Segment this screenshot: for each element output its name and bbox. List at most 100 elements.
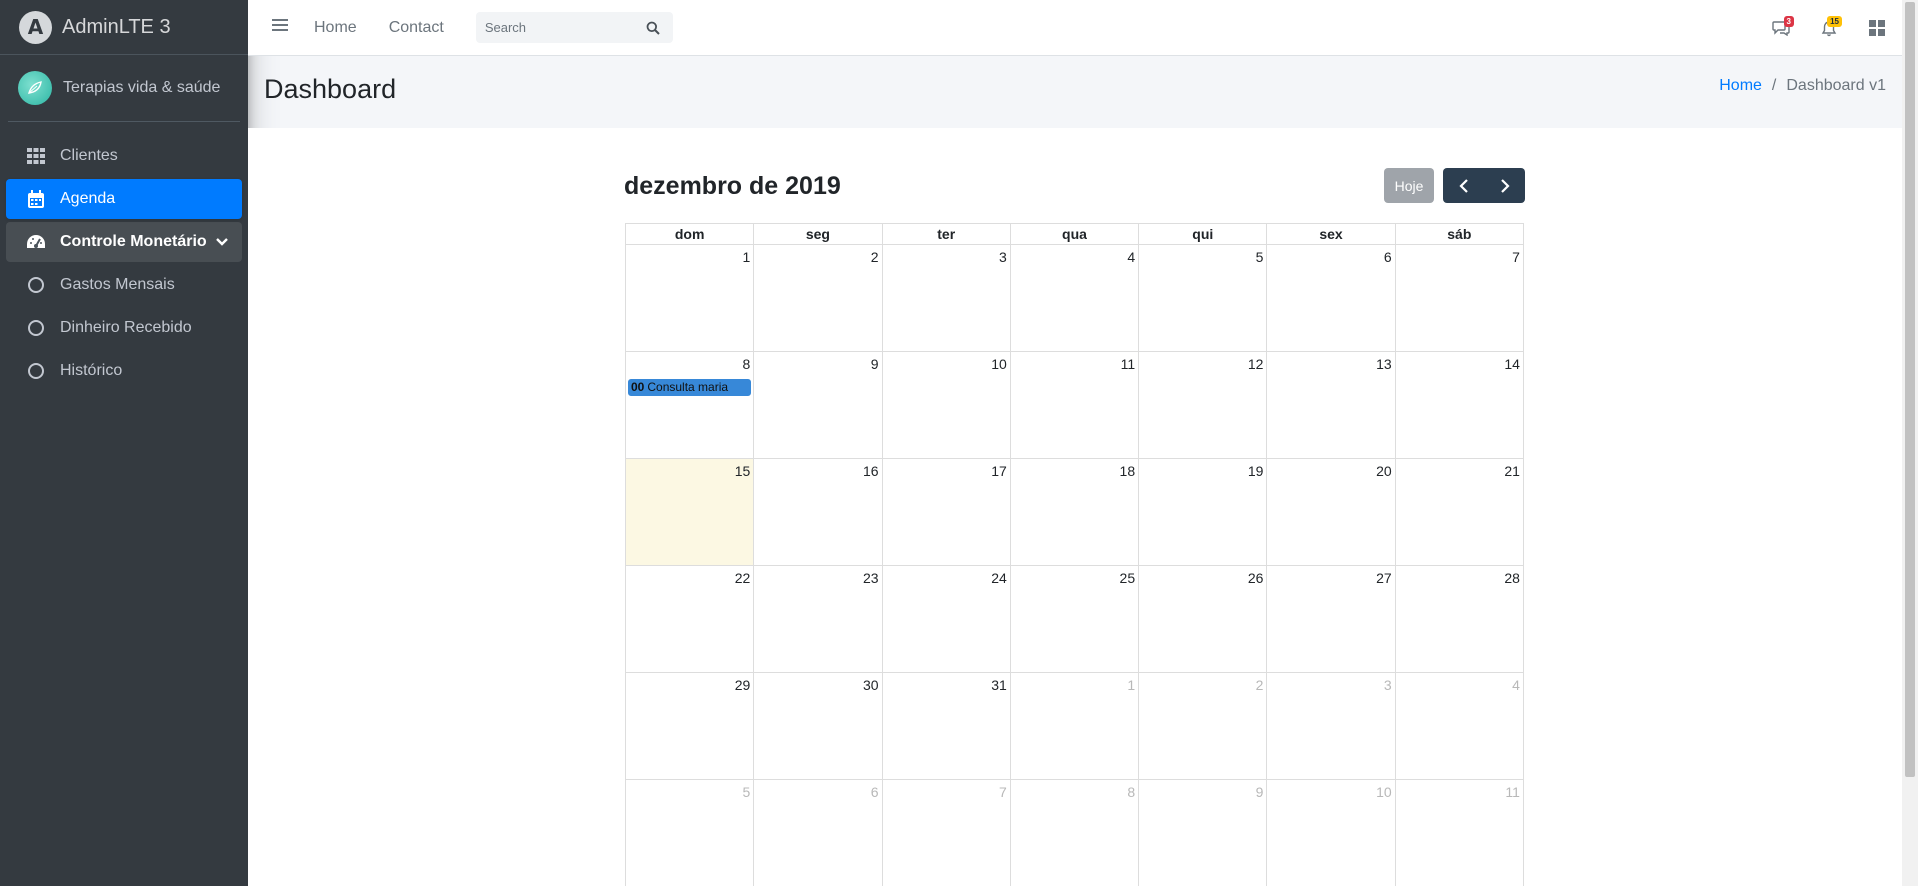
day-number: 24	[991, 570, 1007, 586]
calendar-week: 15 16 17 18 19 20 21	[625, 459, 1524, 566]
sidebar-item-controle-monetario[interactable]: Controle Monetário	[6, 222, 242, 262]
calendar-day-other-month[interactable]: 9	[1139, 780, 1268, 886]
calendar-day[interactable]: 13	[1267, 352, 1396, 459]
hamburger-menu-icon[interactable]	[272, 18, 288, 37]
weekday-label: qui	[1139, 224, 1268, 244]
calendar-event[interactable]: 00 Consulta maria	[628, 379, 752, 396]
day-number: 9	[1255, 784, 1264, 800]
calendar-day-other-month[interactable]: 7	[883, 780, 1011, 886]
chevron-right-icon	[1500, 178, 1510, 193]
day-number: 13	[1376, 356, 1392, 372]
nav-link-contact[interactable]: Contact	[389, 19, 444, 37]
calendar-day[interactable]: 18	[1010, 459, 1140, 566]
day-number: 26	[1247, 570, 1264, 586]
calendar-day[interactable]: 23	[754, 566, 883, 673]
brand-text: AdminLTE 3	[62, 15, 171, 38]
page-scrollbar[interactable]	[1902, 0, 1918, 886]
calendar-day[interactable]: 7	[1395, 245, 1524, 352]
user-panel[interactable]: Terapias vida & saúde	[8, 55, 240, 122]
calendar-day[interactable]: 27	[1267, 566, 1396, 673]
sidebar-item-label: Dinheiro Recebido	[60, 319, 192, 336]
calendar-day[interactable]: 11	[1010, 352, 1140, 459]
calendar-day[interactable]: 17	[882, 459, 1011, 566]
messages-dropdown[interactable]: 3	[1757, 0, 1805, 56]
brand-link[interactable]: A AdminLTE 3	[0, 0, 248, 55]
calendar-day[interactable]: 6	[1267, 245, 1396, 352]
breadcrumb-home[interactable]: Home	[1719, 77, 1762, 95]
calendar-day[interactable]: 28	[1395, 566, 1524, 673]
day-number: 10	[1376, 784, 1392, 800]
weekday-label: dom	[626, 224, 755, 244]
calendar-day-other-month[interactable]: 6	[754, 780, 883, 886]
sidebar-item-gastos-mensais[interactable]: Gastos Mensais	[6, 265, 242, 305]
event-time: 00	[631, 380, 645, 394]
day-number: 9	[870, 356, 879, 372]
control-sidebar-toggle[interactable]	[1853, 0, 1901, 56]
calendar-day[interactable]: 21	[1395, 459, 1524, 566]
today-button[interactable]: Hoje	[1384, 168, 1434, 203]
calendar-day[interactable]: 8 00 Consulta maria	[626, 352, 755, 459]
calendar-day[interactable]: 25	[1010, 566, 1140, 673]
calendar-day[interactable]: 24	[882, 566, 1011, 673]
notifications-dropdown[interactable]: 15	[1805, 0, 1853, 56]
calendar-day-other-month[interactable]: 4	[1395, 673, 1524, 780]
content-header: Dashboard Home / Dashboard v1	[248, 56, 1918, 128]
day-number: 10	[991, 356, 1007, 372]
calendar-day-other-month[interactable]: 3	[1267, 673, 1396, 780]
calendar-day[interactable]: 19	[1139, 459, 1268, 566]
sidebar-item-label: Controle Monetário	[60, 233, 207, 250]
calendar-day-other-month[interactable]: 11	[1396, 780, 1524, 886]
nav-link-home[interactable]: Home	[314, 19, 357, 37]
brand-logo: A	[19, 10, 52, 44]
day-number: 7	[1512, 249, 1520, 265]
calendar-day-today[interactable]: 15	[626, 459, 755, 566]
calendar-day[interactable]: 4	[1010, 245, 1140, 352]
sidebar-nav: Clientes Agenda Controle Monetário Gasto…	[0, 122, 248, 391]
calendar-day[interactable]: 10	[882, 352, 1011, 459]
calendar-day[interactable]: 26	[1139, 566, 1268, 673]
weekday-label: ter	[883, 224, 1011, 244]
calendar-day[interactable]: 29	[626, 673, 755, 780]
calendar-day[interactable]: 22	[626, 566, 755, 673]
calendar-day[interactable]: 20	[1267, 459, 1396, 566]
calendar-day-other-month[interactable]: 2	[1139, 673, 1268, 780]
weekday-label: sáb	[1447, 226, 1472, 242]
day-number: 20	[1376, 463, 1392, 479]
sidebar-item-historico[interactable]: Histórico	[6, 351, 242, 391]
calendar-day[interactable]: 30	[754, 673, 883, 780]
calendar-day[interactable]: 3	[882, 245, 1011, 352]
calendar-week: 5 6 7 8 9 10 11	[625, 780, 1524, 886]
sidebar-item-label: Histórico	[60, 362, 123, 379]
calendar-day[interactable]: 14	[1395, 352, 1524, 459]
day-number: 18	[1119, 463, 1136, 479]
day-number: 21	[1504, 463, 1520, 479]
sidebar-item-label: Clientes	[60, 147, 118, 164]
day-number: 8	[742, 356, 751, 372]
user-name: Terapias vida & saúde	[63, 79, 221, 96]
day-number: 4	[1127, 249, 1136, 265]
calendar-day[interactable]: 5	[1139, 245, 1268, 352]
calendar-day-other-month[interactable]: 5	[626, 780, 755, 886]
calendar-day[interactable]: 9	[754, 352, 883, 459]
search-input[interactable]	[475, 20, 636, 35]
prev-month-button[interactable]	[1443, 168, 1484, 203]
calendar-day[interactable]: 16	[754, 459, 883, 566]
day-number: 7	[999, 784, 1007, 800]
user-avatar	[18, 71, 52, 105]
notifications-badge: 15	[1827, 16, 1842, 27]
calendar-day-other-month[interactable]: 8	[1011, 780, 1140, 886]
calendar-day[interactable]: 31	[882, 673, 1011, 780]
sidebar-item-clientes[interactable]: Clientes	[6, 136, 242, 176]
calendar-day-other-month[interactable]: 10	[1267, 780, 1396, 886]
calendar-day-other-month[interactable]: 1	[1010, 673, 1140, 780]
table-grid-icon	[26, 148, 46, 164]
search-icon[interactable]	[636, 12, 670, 43]
day-number: 6	[1383, 249, 1392, 265]
calendar-day[interactable]: 1	[626, 245, 755, 352]
sidebar-item-agenda[interactable]: Agenda	[6, 179, 242, 219]
calendar-day[interactable]: 2	[754, 245, 883, 352]
scrollbar-thumb[interactable]	[1905, 2, 1915, 777]
next-month-button[interactable]	[1484, 168, 1525, 203]
sidebar-item-dinheiro-recebido[interactable]: Dinheiro Recebido	[6, 308, 242, 348]
calendar-day[interactable]: 12	[1139, 352, 1268, 459]
